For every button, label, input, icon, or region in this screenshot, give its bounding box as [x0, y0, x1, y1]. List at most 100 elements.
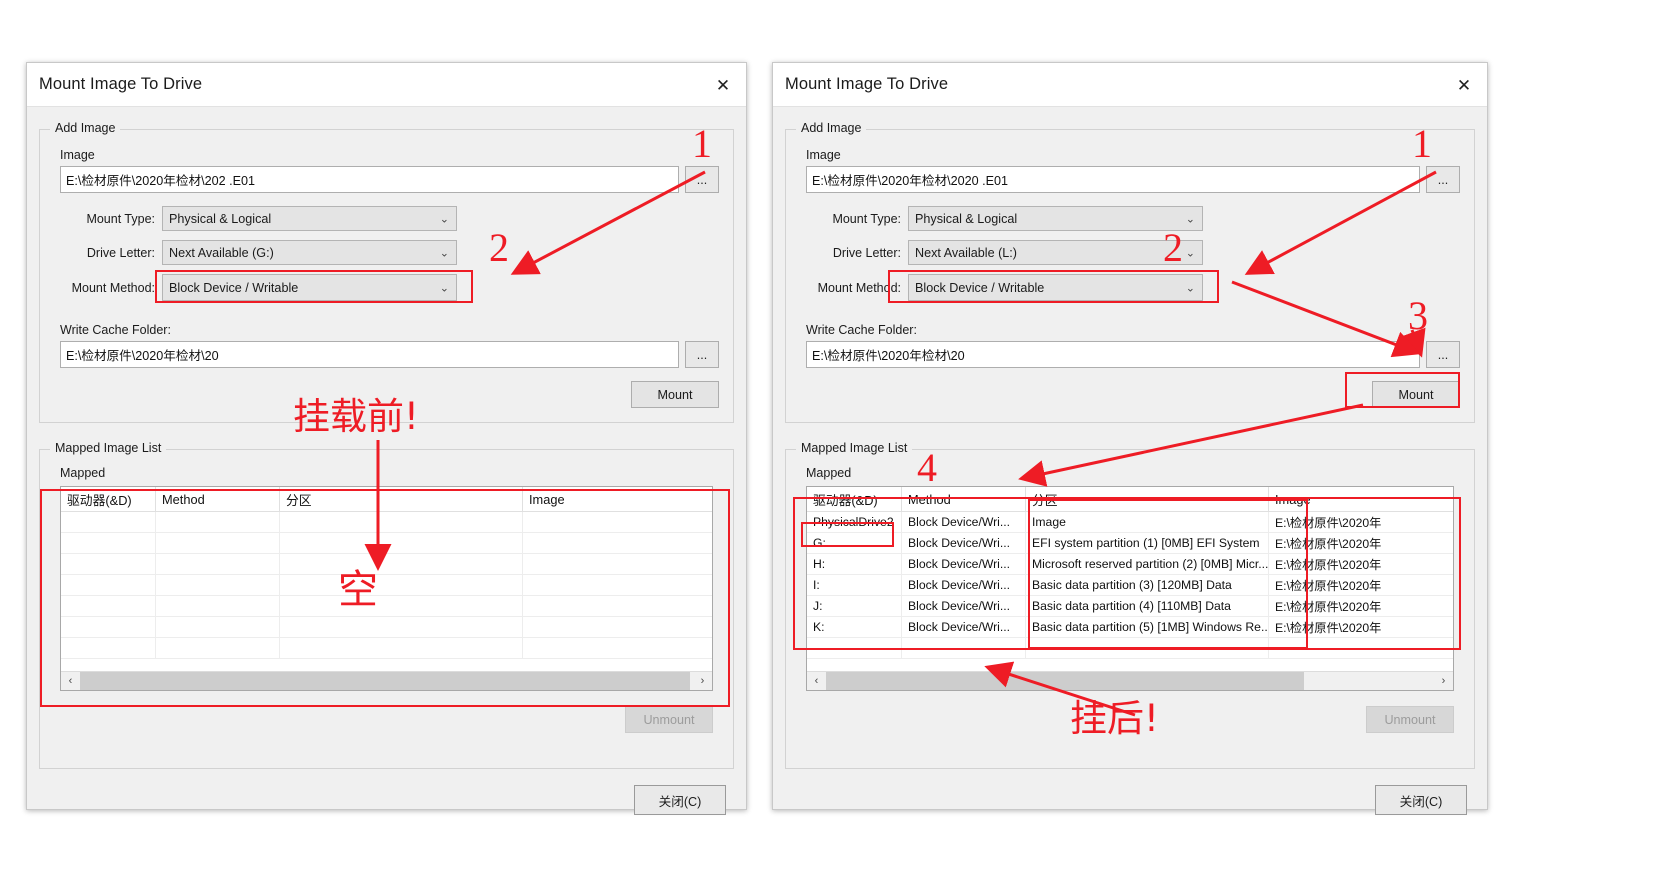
table-cell: I: [807, 575, 902, 595]
scroll-track[interactable] [826, 672, 1434, 690]
close-button[interactable]: 关闭(C) [634, 785, 726, 815]
table-row-empty[interactable] [61, 533, 712, 554]
table-cell-empty [156, 554, 280, 574]
titlebar-after: Mount Image To Drive ✕ [773, 63, 1487, 107]
table-row-empty[interactable] [61, 596, 712, 617]
column-header-partition[interactable]: 分区 [280, 487, 523, 511]
table-cell-empty [280, 533, 523, 553]
drive-letter-label: Drive Letter: [832, 245, 901, 260]
table-row[interactable]: PhysicalDrive2 Block Device/Wri... Image E:… [807, 512, 1453, 533]
table-cell-empty [523, 575, 712, 595]
table-cell-empty [61, 596, 156, 616]
image-path-input[interactable]: E:\检材原件\2020年检材\2020 .E01 [806, 166, 1420, 193]
table-row-empty[interactable] [61, 617, 712, 638]
column-header-image[interactable]: Image [1269, 487, 1453, 511]
table-row-empty[interactable] [61, 638, 712, 659]
mapped-listview-before[interactable]: 驱动器(&D) Method 分区 Image ‹ › [60, 486, 713, 691]
mapped-sub-label: Mapped [806, 466, 852, 480]
table-cell-empty [280, 575, 523, 595]
column-header-method[interactable]: Method [156, 487, 280, 511]
table-row-empty[interactable] [61, 512, 712, 533]
mount-type-value: Physical & Logical [169, 211, 272, 226]
table-row-empty[interactable] [61, 575, 712, 596]
mount-method-label: Mount Method: [817, 280, 901, 295]
table-cell: Block Device/Wri... [902, 575, 1026, 595]
table-cell-empty [523, 512, 712, 532]
horizontal-scrollbar-after[interactable]: ‹ › [807, 671, 1453, 690]
table-cell: E:\检材原件\2020年 [1275, 621, 1382, 635]
column-header-drive[interactable]: 驱动器(&D) [807, 487, 902, 511]
drive-letter-label: Drive Letter: [86, 245, 155, 260]
table-cell-empty [1269, 638, 1453, 658]
column-header-image[interactable]: Image [523, 487, 712, 511]
scroll-right-arrow-icon[interactable]: › [1434, 672, 1453, 690]
mount-type-select[interactable]: Physical & Logical ⌄ [162, 206, 457, 231]
unmount-button[interactable]: Unmount [625, 706, 713, 733]
image-browse-button[interactable]: ... [1426, 166, 1460, 193]
table-row-empty[interactable] [61, 554, 712, 575]
scroll-left-arrow-icon[interactable]: ‹ [807, 672, 826, 690]
chevron-down-icon: ⌄ [439, 213, 449, 225]
table-cell-empty [523, 533, 712, 553]
table-cell: G: [807, 533, 902, 553]
close-icon[interactable]: ✕ [1441, 63, 1487, 107]
scroll-track[interactable] [80, 672, 693, 690]
dialog-body-after: Add Image Image E:\检材原件\2020年检材\2020 .E0… [773, 107, 1487, 815]
mount-button[interactable]: Mount [631, 381, 719, 408]
scroll-thumb[interactable] [826, 672, 1304, 690]
table-row-empty[interactable] [807, 638, 1453, 659]
write-cache-label: Write Cache Folder: [60, 323, 171, 337]
table-cell-empty [902, 638, 1026, 658]
column-header-drive[interactable]: 驱动器(&D) [61, 487, 156, 511]
table-row[interactable]: I: Block Device/Wri... Basic data partitio… [807, 575, 1453, 596]
table-cell-empty [61, 575, 156, 595]
table-cell-empty [61, 554, 156, 574]
image-path-input[interactable]: E:\检材原件\2020年检材\202 .E01 [60, 166, 679, 193]
mount-method-value: Block Device / Writable [169, 280, 299, 295]
write-cache-browse-button[interactable]: ... [1426, 341, 1460, 368]
image-label: Image [806, 148, 841, 162]
scroll-right-arrow-icon[interactable]: › [693, 672, 712, 690]
table-cell-empty [156, 596, 280, 616]
table-cell-empty [156, 638, 280, 658]
table-cell: Block Device/Wri... [902, 512, 1026, 532]
column-header-partition[interactable]: 分区 [1026, 487, 1269, 511]
column-header-method[interactable]: Method [902, 487, 1026, 511]
table-row[interactable]: G: Block Device/Wri... EFI system partitio… [807, 533, 1453, 554]
image-browse-button[interactable]: ... [685, 166, 719, 193]
mapped-image-list-group: Mapped Image List Mapped 驱动器(&D) Method … [785, 441, 1475, 769]
mount-method-select[interactable]: Block Device / Writable ⌄ [908, 274, 1203, 301]
table-cell-empty [280, 638, 523, 658]
table-cell: Basic data partition (3) [120MB] Data [1026, 575, 1269, 595]
write-cache-input[interactable]: E:\检材原件\2020年检材\20 [60, 341, 679, 368]
close-icon[interactable]: ✕ [700, 63, 746, 107]
write-cache-input[interactable]: E:\检材原件\2020年检材\20 [806, 341, 1420, 368]
mapped-list-legend: Mapped Image List [796, 441, 913, 455]
scroll-thumb[interactable] [80, 672, 690, 690]
unmount-button[interactable]: Unmount [1366, 706, 1454, 733]
add-image-group: Add Image Image E:\检材原件\2020年检材\2020 .E0… [785, 121, 1475, 423]
table-row[interactable]: J: Block Device/Wri... Basic data partitio… [807, 596, 1453, 617]
mount-method-select[interactable]: Block Device / Writable ⌄ [162, 274, 457, 301]
close-button[interactable]: 关闭(C) [1375, 785, 1467, 815]
scroll-left-arrow-icon[interactable]: ‹ [61, 672, 80, 690]
table-cell: J: [807, 596, 902, 616]
mount-method-value: Block Device / Writable [915, 280, 1045, 295]
table-row[interactable]: H: Block Device/Wri... Microsoft reserved … [807, 554, 1453, 575]
mount-button[interactable]: Mount [1372, 381, 1460, 408]
mount-type-select[interactable]: Physical & Logical ⌄ [908, 206, 1203, 231]
dialog-body-before: Add Image Image E:\检材原件\2020年检材\202 .E01… [27, 107, 746, 815]
mapped-listview-after[interactable]: 驱动器(&D) Method 分区 Image PhysicalDrive2 Bl… [806, 486, 1454, 691]
table-cell: Basic data partition (5) [1MB] Windows R… [1026, 617, 1269, 637]
table-cell-empty [156, 533, 280, 553]
horizontal-scrollbar-before[interactable]: ‹ › [61, 671, 712, 690]
table-cell-empty [280, 512, 523, 532]
add-image-legend: Add Image [50, 121, 121, 135]
drive-letter-select[interactable]: Next Available (G:) ⌄ [162, 240, 457, 265]
table-row[interactable]: K: Block Device/Wri... Basic data partitio… [807, 617, 1453, 638]
drive-letter-select[interactable]: Next Available (L:) ⌄ [908, 240, 1203, 265]
write-cache-browse-button[interactable]: ... [685, 341, 719, 368]
table-cell: Block Device/Wri... [902, 617, 1026, 637]
listview-body-before [61, 512, 712, 659]
table-cell-empty [523, 638, 712, 658]
